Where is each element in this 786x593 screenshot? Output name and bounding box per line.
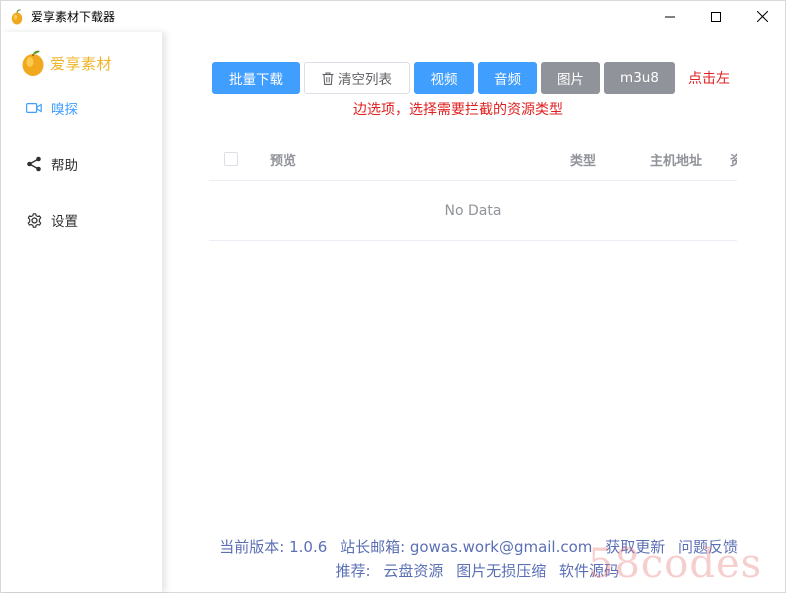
audio-filter-label: 音频	[494, 72, 521, 88]
video-filter-button[interactable]: 视频	[414, 62, 474, 94]
sidebar-item-help[interactable]: 帮助	[25, 154, 78, 174]
table-empty-state: No Data	[209, 181, 737, 241]
brand-name: 爱享素材	[50, 54, 113, 73]
clear-list-button[interactable]: 清空列表	[304, 62, 410, 94]
resource-table: 预览 类型 主机地址 资 No Data	[209, 136, 737, 241]
recommend-label: 推荐:	[335, 562, 371, 580]
close-button[interactable]	[739, 1, 785, 32]
sidebar-item-label: 帮助	[51, 158, 78, 174]
version-text: 当前版本: 1.0.6	[219, 538, 328, 556]
cloud-resource-link[interactable]: 云盘资源	[383, 562, 443, 580]
m3u8-filter-button[interactable]: m3u8	[604, 62, 675, 94]
sidebar-item-label: 设置	[51, 214, 78, 230]
maximize-button[interactable]	[693, 1, 739, 32]
app-logo-icon	[11, 8, 23, 25]
batch-download-button[interactable]: 批量下载	[212, 62, 300, 94]
select-all-checkbox[interactable]	[224, 152, 238, 166]
watermark: 58codes	[588, 541, 763, 587]
sidebar-item-label: 嗅探	[51, 102, 78, 118]
app-window: 爱享素材下载器 爱享素材 嗅探 帮助 设置 批量下载 清空列表 视频 音频 图片…	[0, 0, 786, 593]
sidebar-item-sniff[interactable]: 嗅探	[25, 98, 78, 118]
mango-logo-icon	[21, 49, 45, 77]
window-controls	[647, 1, 785, 32]
video-camera-icon	[25, 99, 43, 117]
m3u8-filter-label: m3u8	[620, 70, 659, 86]
audio-filter-button[interactable]: 音频	[478, 62, 537, 94]
share-icon	[25, 155, 43, 173]
title-bar[interactable]: 爱享素材下载器	[1, 1, 785, 32]
gear-icon	[25, 211, 43, 229]
minimize-icon	[665, 16, 675, 17]
toolbar: 批量下载 清空列表 视频 音频 图片 m3u8	[212, 62, 679, 94]
column-header-preview: 预览	[270, 154, 297, 169]
table-header: 预览 类型 主机地址 资	[209, 136, 737, 181]
hint-text-line1: 点击左	[688, 71, 730, 87]
main-content: 批量下载 清空列表 视频 音频 图片 m3u8 点击左 边选项，选择需要拦截的资	[163, 32, 785, 592]
sidebar-item-settings[interactable]: 设置	[25, 210, 78, 230]
footer-recommend: 推荐: 云盘资源 图片无损压缩 软件源码	[336, 560, 619, 581]
image-compress-link[interactable]: 图片无损压缩	[456, 562, 546, 580]
batch-download-label: 批量下载	[229, 72, 283, 88]
image-filter-button[interactable]: 图片	[541, 62, 600, 94]
brand: 爱享素材	[21, 49, 112, 77]
email-text: 站长邮箱: gowas.work@gmail.com	[340, 538, 593, 556]
minimize-button[interactable]	[647, 1, 693, 32]
clear-list-label: 清空列表	[338, 72, 392, 88]
column-header-host: 主机地址	[650, 154, 703, 169]
hint-text-line2: 边选项，选择需要拦截的资源类型	[353, 102, 563, 118]
trash-icon	[322, 71, 334, 85]
video-filter-label: 视频	[430, 72, 458, 88]
maximize-icon	[711, 11, 721, 22]
column-header-truncated: 资	[730, 154, 737, 169]
close-icon	[756, 11, 768, 22]
image-filter-label: 图片	[557, 72, 584, 88]
sidebar: 爱享素材 嗅探 帮助 设置	[1, 32, 163, 592]
window-title: 爱享素材下载器	[31, 10, 116, 24]
column-header-type: 类型	[570, 154, 597, 169]
